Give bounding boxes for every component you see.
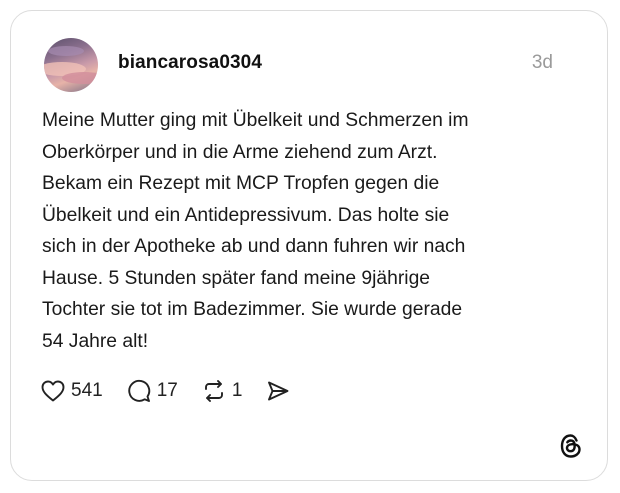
post-text: Meine Mutter ging mit Übelkeit und Schme…: [42, 105, 587, 357]
timestamp[interactable]: 3d: [532, 52, 553, 74]
repost-button[interactable]: 1: [202, 380, 243, 402]
username[interactable]: biancarosa0304: [118, 52, 262, 74]
share-button[interactable]: [266, 380, 290, 402]
heart-icon: [41, 380, 65, 402]
comment-icon: [128, 379, 150, 402]
post-text-line: Hause. 5 Stunden später fand meine 9jähr…: [42, 267, 431, 289]
post-text-line: 54 Jahre alt!: [42, 330, 149, 352]
like-button[interactable]: 541: [41, 380, 103, 402]
threads-logo-icon[interactable]: [559, 433, 583, 459]
post-text-line: Meine Mutter ging mit Übelkeit und Schme…: [42, 110, 469, 131]
post-text-line: Bekam ein Rezept mit MCP Tropfen gegen d…: [42, 173, 440, 194]
post-text-line: Tochter sie tot im Badezimmer. Sie wurde…: [42, 299, 463, 320]
reply-count: 17: [156, 380, 178, 401]
repost-icon: [204, 380, 223, 402]
action-bar: 541 17 1: [41, 378, 314, 404]
send-icon: [268, 381, 289, 401]
post-text-line: Oberkörper und in die Arme ziehend zum A…: [42, 141, 438, 163]
post-text-line: Übelkeit und ein Antidepressivum. Das ho…: [42, 204, 450, 226]
repost-count: 1: [231, 380, 243, 401]
avatar[interactable]: [44, 38, 98, 92]
post-card: biancarosa0304 3d Meine Mutter ging mit …: [10, 10, 608, 481]
like-count: 541: [71, 380, 103, 401]
reply-button[interactable]: 17: [127, 379, 178, 403]
post-text-line: sich in der Apotheke ab und dann fuhren …: [42, 236, 466, 257]
